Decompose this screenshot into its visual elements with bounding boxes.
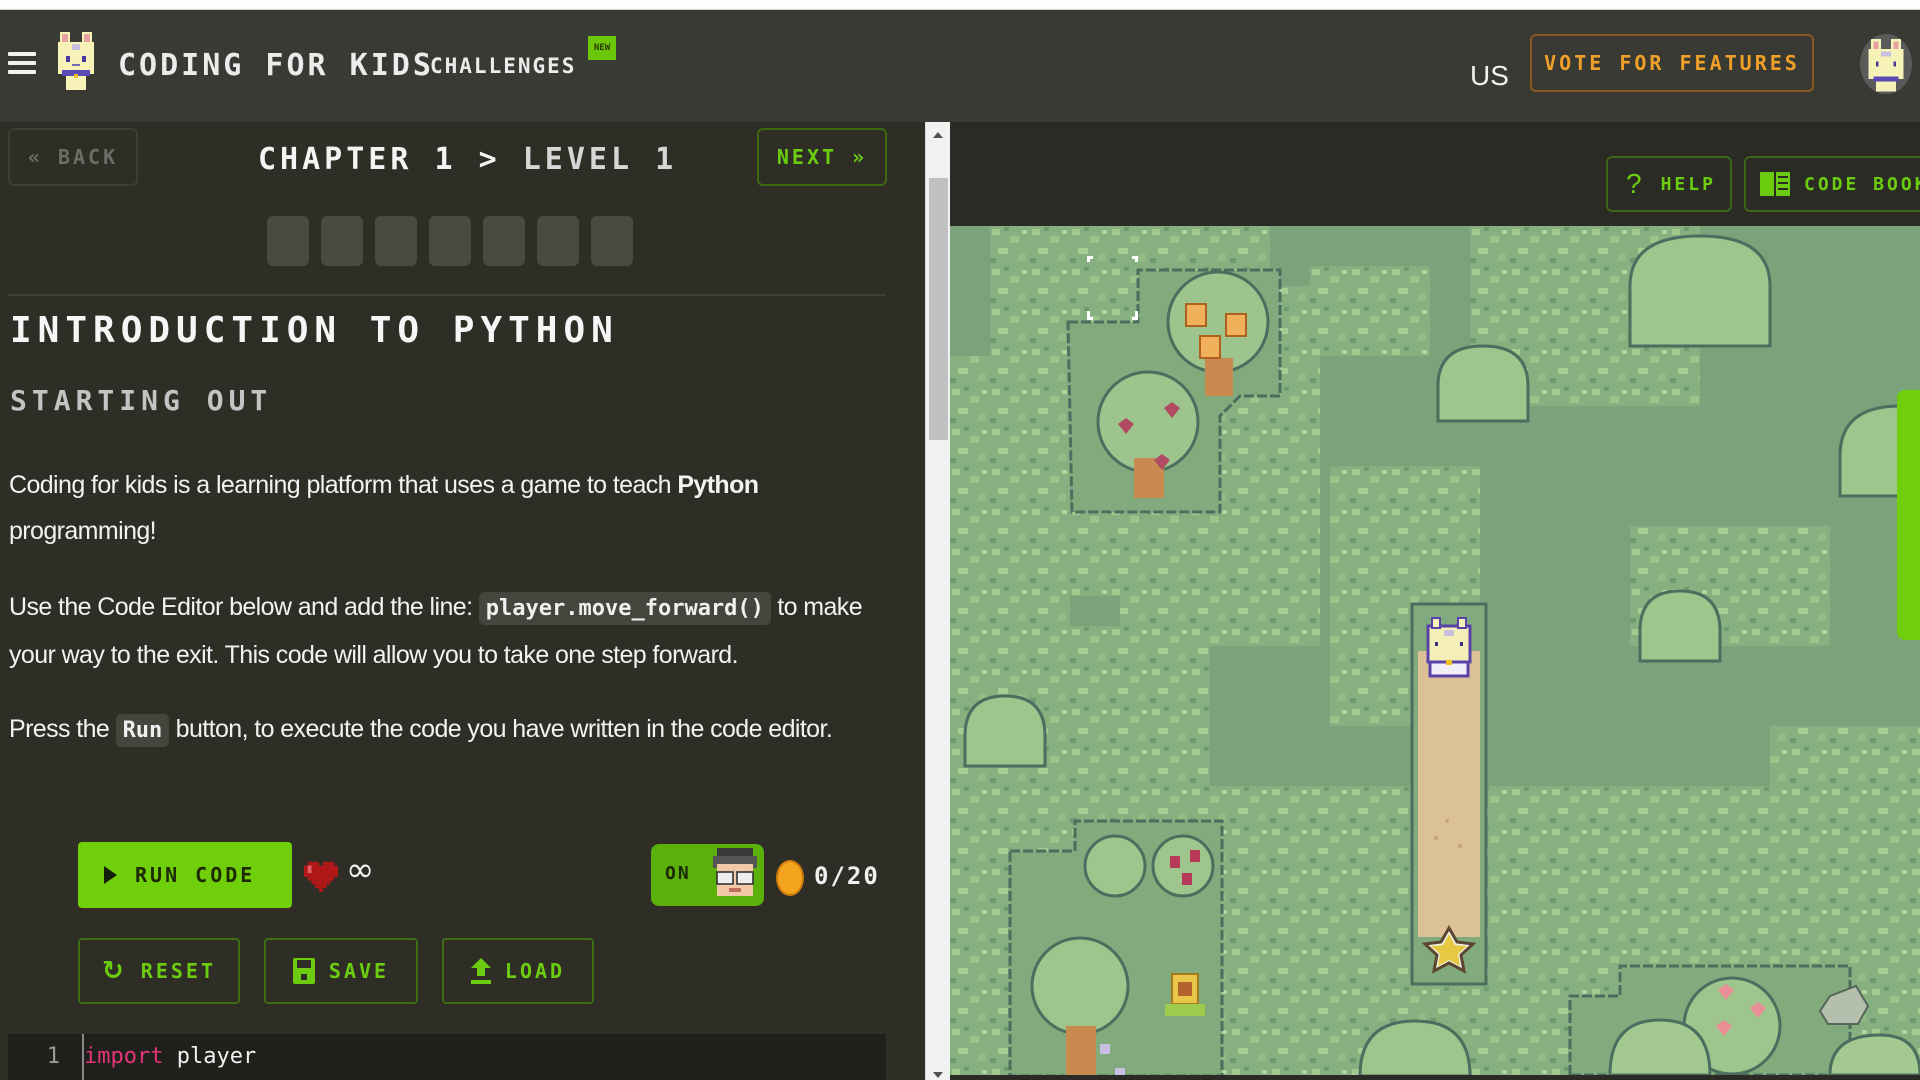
avatar-toggle[interactable]: ON xyxy=(651,844,764,906)
menu-icon[interactable] xyxy=(8,52,36,76)
progress-step[interactable] xyxy=(537,216,579,266)
progress-step[interactable] xyxy=(483,216,525,266)
load-button[interactable]: LOAD xyxy=(442,938,594,1004)
progress-step[interactable] xyxy=(267,216,309,266)
save-label: SAVE xyxy=(328,959,390,983)
play-icon xyxy=(104,866,117,884)
game-canvas[interactable] xyxy=(950,226,1920,1075)
lives-count: ∞ xyxy=(346,850,375,890)
instruction-paragraph: Use the Code Editor below and add the li… xyxy=(9,584,899,678)
code-book-label: CODE BOOK xyxy=(1804,173,1920,195)
coin-icon xyxy=(776,860,804,896)
player-bunny xyxy=(1426,617,1472,678)
heart-icon xyxy=(304,861,338,892)
browser-top-strip xyxy=(0,0,1920,10)
run-code-label: RUN CODE xyxy=(135,863,256,887)
bunny-logo-icon[interactable] xyxy=(56,32,96,94)
text: programming! xyxy=(9,517,157,545)
breadcrumb-chapter[interactable]: CHAPTER 1 xyxy=(258,142,457,177)
text: button, to execute the code you have wri… xyxy=(169,715,833,743)
load-label: LOAD xyxy=(504,959,566,983)
code-editor[interactable]: 1 import player xyxy=(8,1034,886,1080)
upload-icon xyxy=(470,958,491,984)
lesson-title: INTRODUCTION TO PYTHON xyxy=(10,310,619,351)
coin-count: 0/20 xyxy=(814,862,880,890)
inline-code-move-forward: player.move_forward() xyxy=(478,592,771,625)
progress-step[interactable] xyxy=(429,216,471,266)
scroll-down-arrow-icon[interactable] xyxy=(933,1072,943,1078)
player-face-icon xyxy=(713,848,757,896)
app-header: CODING FOR KIDS CHALLENGES NEW US VOTE F… xyxy=(0,10,1920,122)
challenges-link[interactable]: CHALLENGES xyxy=(430,54,576,78)
garden-plot xyxy=(1008,819,1224,1075)
game-toolbar: ? HELP CODE BOOK xyxy=(950,122,1920,226)
scrollbar-thumb[interactable] xyxy=(929,178,948,440)
game-bottom-edge xyxy=(950,1075,1920,1080)
run-paragraph: Press the Run button, to execute the cod… xyxy=(9,706,899,754)
run-code-button[interactable]: RUN CODE xyxy=(78,842,292,908)
level-progress xyxy=(267,216,633,266)
next-button[interactable]: NEXT » xyxy=(757,128,887,186)
breadcrumb-separator: > xyxy=(478,142,501,177)
game-map xyxy=(950,226,1920,1075)
reset-button[interactable]: ↻ RESET xyxy=(78,938,240,1004)
text: Use the Code Editor below and add the li… xyxy=(9,593,479,621)
lesson-subtitle: STARTING OUT xyxy=(10,384,273,417)
lesson-panel: « BACK CHAPTER 1 > LEVEL 1 NEXT » INTROD… xyxy=(0,122,925,1080)
code-book-button[interactable]: CODE BOOK xyxy=(1744,156,1920,212)
bunny-avatar-icon xyxy=(1868,39,1904,92)
help-label: HELP xyxy=(1660,173,1716,195)
brand-title[interactable]: CODING FOR KIDS xyxy=(118,48,434,83)
lesson-scrollbar[interactable] xyxy=(925,122,950,1080)
reset-icon: ↻ xyxy=(101,956,127,986)
progress-step[interactable] xyxy=(321,216,363,266)
help-button[interactable]: ? HELP xyxy=(1606,156,1732,212)
breadcrumb-level: LEVEL 1 xyxy=(522,142,678,177)
inline-code-run: Run xyxy=(115,714,170,747)
save-icon xyxy=(292,958,315,984)
text: Coding for kids is a learning platform t… xyxy=(9,471,678,499)
save-button[interactable]: SAVE xyxy=(264,938,418,1004)
progress-step[interactable] xyxy=(375,216,417,266)
locale-selector[interactable]: US xyxy=(1470,60,1509,92)
user-avatar[interactable] xyxy=(1860,34,1912,94)
back-button[interactable]: « BACK xyxy=(8,128,138,186)
code-text: player xyxy=(163,1044,257,1069)
new-badge: NEW xyxy=(588,36,616,60)
reset-label: RESET xyxy=(140,959,216,983)
keyword: import xyxy=(84,1044,164,1069)
side-panel-tab[interactable] xyxy=(1897,390,1920,640)
breadcrumb: CHAPTER 1 > LEVEL 1 xyxy=(258,142,677,177)
line-number: 1 xyxy=(46,1044,60,1069)
book-icon xyxy=(1760,172,1790,196)
vote-for-features-button[interactable]: VOTE FOR FEATURES xyxy=(1530,34,1814,92)
code-line[interactable]: import player xyxy=(82,1034,256,1080)
text: Press the xyxy=(9,715,116,743)
divider xyxy=(8,294,886,296)
intro-paragraph: Coding for kids is a learning platform t… xyxy=(9,462,899,554)
toggle-label: ON xyxy=(665,863,691,884)
question-icon: ? xyxy=(1626,168,1645,199)
python-bold: Python xyxy=(677,471,759,499)
progress-step[interactable] xyxy=(591,216,633,266)
scroll-up-arrow-icon[interactable] xyxy=(933,132,943,138)
